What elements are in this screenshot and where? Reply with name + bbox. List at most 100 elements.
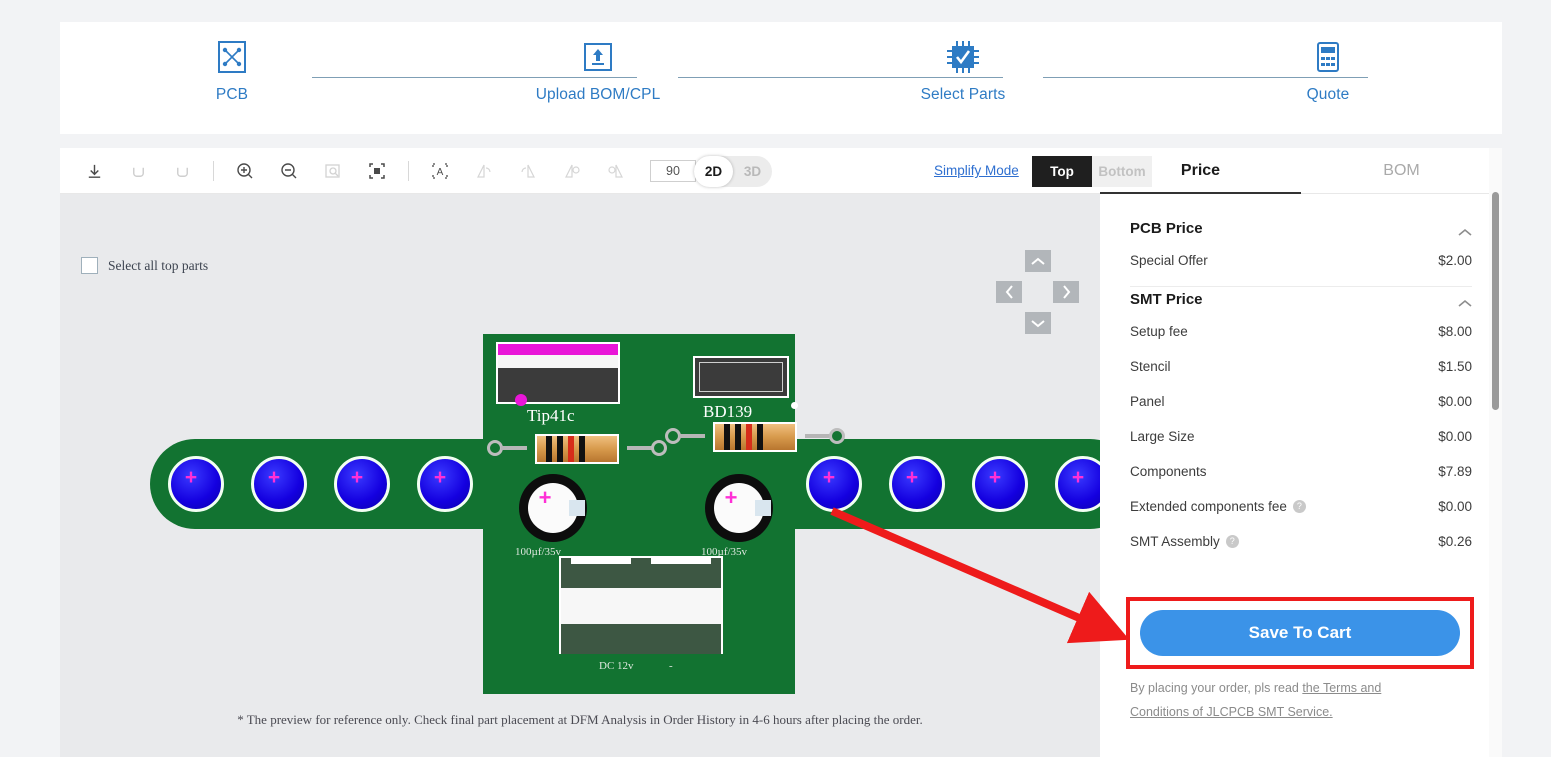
resistor-band (757, 424, 763, 450)
pcb-preview-canvas[interactable]: Select all top parts + + + + + + + + Tip… (60, 194, 1100, 757)
upload-icon (579, 38, 617, 76)
led-component[interactable] (806, 456, 862, 512)
resistor-lead (679, 434, 705, 438)
resistor-band (735, 424, 741, 450)
pan-right-icon[interactable] (1053, 281, 1079, 303)
undo-icon[interactable] (123, 156, 153, 186)
help-icon[interactable]: ? (1292, 500, 1306, 513)
dc-power-connector[interactable] (559, 556, 723, 654)
fit-screen-icon[interactable] (362, 156, 392, 186)
resistor-lead (501, 446, 527, 450)
section-header-smt-price[interactable]: SMT Price (1130, 291, 1472, 308)
price-row: Stencil $1.50 (1130, 349, 1472, 384)
resistor-left[interactable] (487, 434, 667, 464)
led-component[interactable] (334, 456, 390, 512)
stepper-step-upload[interactable]: Upload BOM/CPL (513, 38, 683, 104)
tab-bom[interactable]: BOM (1301, 148, 1502, 194)
resistor-body (535, 434, 619, 464)
stepper-step-quote[interactable]: Quote (1243, 38, 1413, 104)
dimension-toggle[interactable]: 2D 3D (694, 156, 772, 187)
price-row: SMT Assembly ? $0.26 (1130, 524, 1472, 559)
capacitor-notch (569, 500, 585, 516)
redo-icon[interactable] (167, 156, 197, 186)
price-row-value: $0.26 (1438, 534, 1472, 549)
led-component[interactable] (417, 456, 473, 512)
price-row: Special Offer $2.00 (1130, 243, 1472, 278)
pcb-icon (213, 38, 251, 76)
dimension-option-2d[interactable]: 2D (694, 156, 733, 187)
price-row-label: Stencil (1130, 359, 1171, 374)
price-panel-scrollbar-thumb[interactable] (1492, 192, 1499, 410)
resistor-band (557, 436, 563, 462)
chevron-up-icon[interactable] (1458, 224, 1472, 236)
pan-up-icon[interactable] (1025, 250, 1051, 272)
toolbar-divider (408, 161, 409, 181)
price-row-value: $0.00 (1438, 499, 1472, 514)
resistor-lead (627, 446, 653, 450)
save-to-cart-button[interactable]: Save To Cart (1140, 610, 1460, 656)
zoom-region-icon[interactable] (318, 156, 348, 186)
pan-controls (990, 250, 1086, 334)
section-title: SMT Price (1130, 291, 1203, 308)
resistor-band (746, 424, 752, 450)
side-option-top[interactable]: Top (1032, 156, 1092, 187)
connector-pins (561, 556, 721, 564)
select-all-top-parts[interactable]: Select all top parts (81, 257, 208, 274)
transistor-bd139[interactable] (693, 356, 789, 398)
stepper-step-pcb[interactable]: PCB (147, 38, 317, 104)
select-text-icon[interactable]: A (425, 156, 455, 186)
price-panel: PCB Price Special Offer $2.00 SMT Price (1100, 194, 1502, 757)
price-row-value: $7.89 (1438, 464, 1472, 479)
select-all-checkbox[interactable] (81, 257, 98, 274)
resistor-right[interactable] (665, 422, 845, 452)
price-row-label: Setup fee (1130, 324, 1188, 339)
tip41c-pin1-marker (515, 394, 527, 406)
connector-bottom-band (561, 624, 721, 654)
price-row: Extended components fee ? $0.00 (1130, 489, 1472, 524)
zoom-in-icon[interactable] (230, 156, 260, 186)
stepper-label: Select Parts (920, 86, 1006, 103)
price-row-label: Panel (1130, 394, 1165, 409)
resistor-lead (805, 434, 831, 438)
terms-notice: By placing your order, pls read the Term… (1130, 676, 1420, 724)
pan-left-icon[interactable] (996, 281, 1022, 303)
price-row-label: Extended components fee (1130, 499, 1287, 514)
pan-down-icon[interactable] (1025, 312, 1051, 334)
price-row-label: Large Size (1130, 429, 1195, 444)
stepper-label: PCB (215, 86, 249, 103)
flip-vertical-icon[interactable] (513, 156, 543, 186)
flip-horizontal-icon[interactable] (469, 156, 499, 186)
pcb-board[interactable]: Tip41c BD139 (150, 334, 1100, 694)
tab-price[interactable]: Price (1100, 148, 1301, 194)
led-component[interactable] (168, 456, 224, 512)
stepper-step-select-parts[interactable]: Select Parts (878, 38, 1048, 104)
rotate-cw-icon[interactable] (557, 156, 587, 186)
simplify-mode-link[interactable]: Simplify Mode (934, 163, 1019, 178)
led-component[interactable] (972, 456, 1028, 512)
smt-quote-page: PCB Upload BOM/CPL Select Parts Quote A … (0, 0, 1551, 757)
connector-middle (561, 588, 721, 624)
rotation-degree-input[interactable]: 90 (650, 160, 696, 182)
capacitor-left[interactable] (519, 474, 587, 542)
dimension-option-3d[interactable]: 3D (733, 156, 772, 187)
capacitor-right[interactable] (705, 474, 773, 542)
terms-prefix: By placing your order, pls read (1130, 681, 1303, 695)
rotate-ccw-icon[interactable] (601, 156, 631, 186)
price-row: Components $7.89 (1130, 454, 1472, 489)
chevron-up-icon[interactable] (1458, 295, 1472, 307)
silk-label-tip41c: Tip41c (527, 406, 575, 425)
download-icon[interactable] (79, 156, 109, 186)
capacitor-notch (755, 500, 771, 516)
zoom-out-icon[interactable] (274, 156, 304, 186)
led-component[interactable] (251, 456, 307, 512)
section-header-pcb-price[interactable]: PCB Price (1130, 220, 1472, 237)
stepper-label: Quote (1306, 86, 1350, 103)
bd139-body (699, 362, 783, 392)
transistor-tip41c[interactable] (496, 342, 620, 404)
resistor-pad (829, 428, 845, 444)
price-row: Setup fee $8.00 (1130, 314, 1472, 349)
help-icon[interactable]: ? (1225, 535, 1239, 548)
led-component[interactable] (889, 456, 945, 512)
price-row-value: $2.00 (1438, 253, 1472, 268)
resistor-body (713, 422, 797, 452)
